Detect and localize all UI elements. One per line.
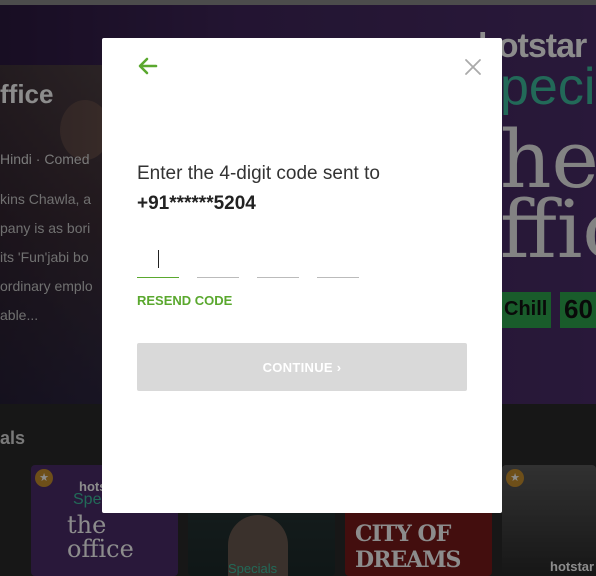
otp-digit-1[interactable]: [137, 244, 179, 278]
otp-digit-2[interactable]: [197, 244, 239, 278]
otp-input-group: [137, 244, 367, 280]
phone-number: +91******5204: [137, 193, 256, 214]
prompt-text: Enter the 4-digit code sent to: [137, 163, 380, 184]
close-icon[interactable]: [462, 56, 484, 78]
otp-digit-3[interactable]: [257, 244, 299, 278]
resend-code-link[interactable]: RESEND CODE: [137, 293, 232, 308]
otp-digit-4[interactable]: [317, 244, 359, 278]
back-arrow-icon[interactable]: [136, 54, 160, 78]
otp-prompt: Enter the 4-digit code sent to +91******…: [137, 159, 477, 219]
otp-dialog: Enter the 4-digit code sent to +91******…: [102, 38, 502, 513]
continue-button[interactable]: CONTINUE ›: [137, 343, 467, 391]
text-cursor: [158, 250, 159, 268]
